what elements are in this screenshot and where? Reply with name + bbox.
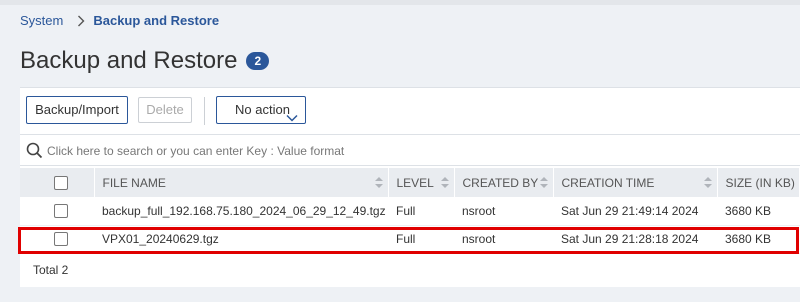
column-header-label: LEVEL bbox=[396, 175, 434, 190]
total-count: Total 2 bbox=[33, 263, 69, 277]
column-header-level[interactable]: LEVEL bbox=[388, 168, 455, 197]
breadcrumb: System Backup and Restore bbox=[20, 13, 219, 28]
created-by-cell: nsroot bbox=[454, 225, 553, 254]
creation-time-cell: Sat Jun 29 21:49:14 2024 bbox=[553, 197, 717, 226]
search-icon bbox=[26, 142, 43, 164]
creation-time-cell: Sat Jun 29 21:28:18 2024 bbox=[553, 225, 717, 254]
size-cell: 3680 KB bbox=[717, 225, 800, 254]
level-cell: Full bbox=[388, 225, 454, 254]
backup-import-button[interactable]: Backup/Import bbox=[26, 96, 128, 124]
action-dropdown-label: No action bbox=[235, 102, 290, 117]
count-badge: 2 bbox=[246, 52, 270, 70]
table-row[interactable]: backup_full_192.168.75.180_2024_06_29_12… bbox=[20, 197, 800, 226]
breadcrumb-system-link[interactable]: System bbox=[20, 13, 63, 28]
sort-icon bbox=[440, 177, 449, 191]
file-name-cell: backup_full_192.168.75.180_2024_06_29_12… bbox=[94, 197, 388, 226]
column-header-label: SIZE (IN KB) bbox=[725, 175, 795, 190]
table-row[interactable]: VPX01_20240629.tgz Full nsroot Sat Jun 2… bbox=[20, 225, 800, 254]
column-header-label: CREATION TIME bbox=[561, 175, 655, 190]
column-header-created-by[interactable]: CREATED BY bbox=[454, 168, 554, 197]
table-header-row: FILE NAME LEVEL CREATED BY CREATION TIME… bbox=[20, 168, 800, 197]
action-dropdown[interactable]: No action bbox=[216, 96, 306, 124]
select-all-cell bbox=[20, 168, 95, 197]
size-cell: 3680 KB bbox=[717, 197, 800, 226]
column-header-label: FILE NAME bbox=[102, 175, 166, 190]
page-title-text: Backup and Restore bbox=[20, 47, 238, 74]
toolbar: Backup/Import Delete No action bbox=[20, 88, 800, 132]
chevron-down-icon bbox=[286, 105, 298, 131]
file-name-cell: VPX01_20240629.tgz bbox=[94, 225, 388, 254]
delete-button[interactable]: Delete bbox=[138, 97, 192, 123]
search-input[interactable] bbox=[45, 140, 745, 162]
table-footer: Total 2 bbox=[20, 254, 800, 286]
row-select-cell bbox=[20, 225, 94, 254]
row-checkbox[interactable] bbox=[54, 204, 68, 219]
toolbar-divider bbox=[204, 97, 205, 125]
row-checkbox[interactable] bbox=[54, 232, 68, 247]
chevron-right-icon bbox=[77, 15, 85, 27]
sort-icon bbox=[539, 177, 548, 191]
level-cell: Full bbox=[388, 197, 454, 226]
top-bar bbox=[0, 0, 800, 5]
column-header-label: CREATED BY bbox=[462, 175, 539, 190]
sort-icon bbox=[703, 177, 712, 191]
created-by-cell: nsroot bbox=[454, 197, 553, 226]
page-title: Backup and Restore 2 bbox=[20, 47, 270, 75]
column-header-file-name[interactable]: FILE NAME bbox=[94, 168, 389, 197]
backup-table: FILE NAME LEVEL CREATED BY CREATION TIME… bbox=[20, 168, 800, 254]
sort-icon bbox=[374, 177, 383, 191]
backup-panel: Backup/Import Delete No action FILE NAME bbox=[18, 87, 800, 287]
select-all-checkbox[interactable] bbox=[54, 175, 68, 190]
search-bar bbox=[20, 134, 800, 166]
breadcrumb-current: Backup and Restore bbox=[93, 13, 220, 28]
column-header-creation-time[interactable]: CREATION TIME bbox=[553, 168, 718, 197]
row-select-cell bbox=[20, 197, 94, 226]
column-header-size[interactable]: SIZE (IN KB) bbox=[717, 168, 800, 197]
